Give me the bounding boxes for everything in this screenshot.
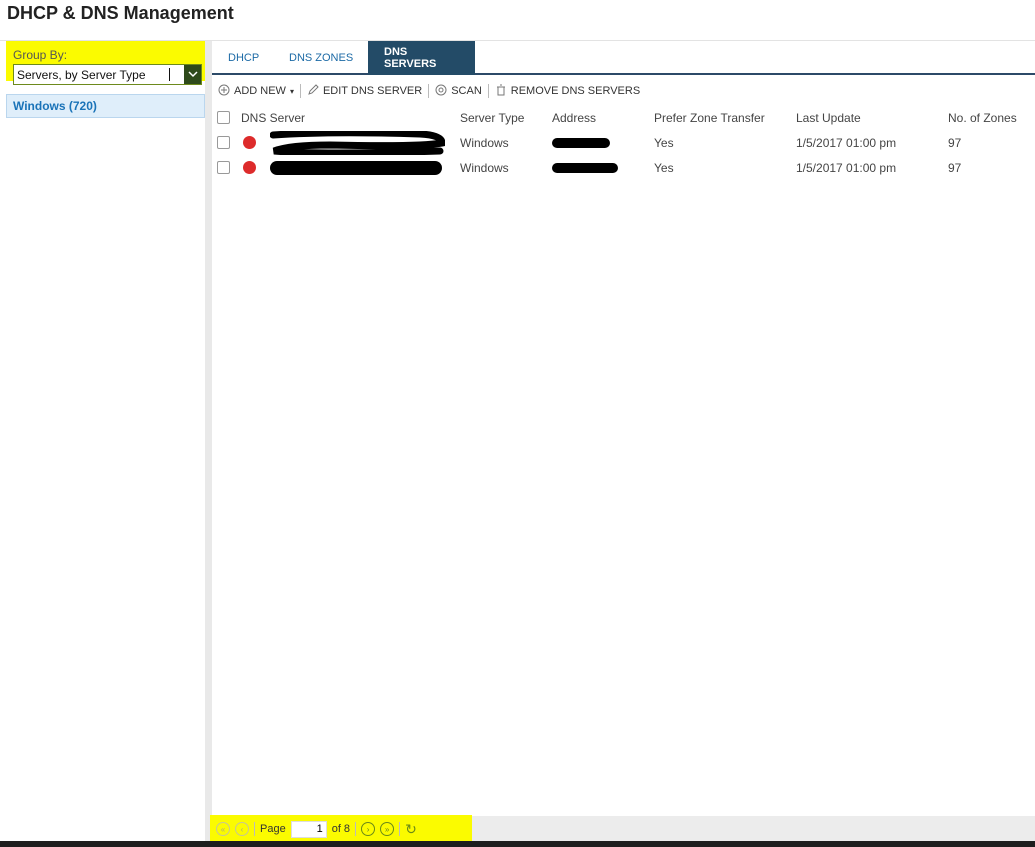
address-redacted bbox=[552, 130, 610, 155]
server-type-cell: Windows bbox=[460, 160, 509, 175]
prefer-zone-transfer-cell: Yes bbox=[654, 135, 674, 150]
last-update-cell: 1/5/2017 01:00 pm bbox=[796, 135, 897, 150]
add-new-label: ADD NEW bbox=[234, 85, 286, 97]
column-header-server-type[interactable]: Server Type bbox=[460, 105, 524, 130]
pencil-icon bbox=[307, 83, 319, 99]
remove-dns-servers-label: REMOVE DNS SERVERS bbox=[510, 85, 641, 97]
column-header-last-update[interactable]: Last Update bbox=[796, 105, 861, 130]
page-count-label: of 8 bbox=[331, 823, 351, 835]
dns-servers-grid: DNS Server Server Type Address Prefer Zo… bbox=[212, 105, 1035, 180]
address-redacted bbox=[552, 155, 618, 180]
status-down-icon bbox=[243, 136, 256, 149]
server-type-cell: Windows bbox=[460, 135, 509, 150]
edit-dns-server-button[interactable]: EDIT DNS SERVER bbox=[301, 83, 428, 99]
dns-server-name-redacted[interactable] bbox=[270, 130, 445, 155]
tab-dns-servers[interactable]: DNS SERVERS bbox=[368, 41, 475, 75]
column-header-prefer-zone-transfer[interactable]: Prefer Zone Transfer bbox=[654, 105, 765, 130]
edit-dns-server-label: EDIT DNS SERVER bbox=[322, 85, 423, 97]
zones-count-cell: 97 bbox=[948, 135, 962, 150]
grid-header: DNS Server Server Type Address Prefer Zo… bbox=[212, 105, 1035, 130]
trash-icon bbox=[495, 84, 507, 99]
refresh-icon[interactable]: ↻ bbox=[405, 821, 417, 838]
pager-controls: « ‹ Page of 8 › » ↻ bbox=[216, 820, 417, 838]
row-checkbox[interactable] bbox=[217, 136, 230, 149]
previous-page-icon[interactable]: ‹ bbox=[235, 822, 249, 836]
pager-separator bbox=[254, 822, 255, 836]
page-number-input[interactable] bbox=[290, 820, 327, 838]
group-tree-item-windows[interactable]: Windows (720) bbox=[6, 94, 205, 118]
pager-separator bbox=[399, 822, 401, 836]
table-row[interactable]: Windows Yes 1/5/2017 01:00 pm 97 bbox=[212, 130, 1035, 155]
dns-server-name-redacted[interactable] bbox=[270, 155, 442, 180]
page-title: DHCP & DNS Management bbox=[7, 3, 234, 23]
first-page-icon[interactable]: « bbox=[216, 822, 230, 836]
column-header-zones[interactable]: No. of Zones bbox=[948, 105, 1017, 130]
scan-icon bbox=[435, 84, 447, 99]
pager-bar: « ‹ Page of 8 › » ↻ bbox=[210, 815, 1035, 843]
redaction-mark bbox=[270, 130, 445, 155]
tab-bar: DHCP DNS ZONES DNS SERVERS bbox=[212, 41, 1035, 75]
remove-dns-servers-button[interactable]: REMOVE DNS SERVERS bbox=[489, 84, 646, 99]
last-page-icon[interactable]: » bbox=[380, 822, 395, 836]
tab-dns-zones[interactable]: DNS ZONES bbox=[273, 41, 369, 74]
bottom-edge-bar bbox=[0, 841, 1035, 847]
pager-separator bbox=[355, 822, 357, 836]
scan-button[interactable]: SCAN bbox=[429, 84, 488, 99]
zones-count-cell: 97 bbox=[948, 160, 962, 175]
prefer-zone-transfer-cell: Yes bbox=[654, 160, 674, 175]
group-by-section: Group By: Servers, by Server Type bbox=[6, 41, 212, 85]
add-new-button[interactable]: ADD NEW ▾ bbox=[212, 84, 300, 99]
plus-circle-icon bbox=[218, 84, 230, 99]
group-by-value: Servers, by Server Type bbox=[17, 67, 146, 82]
main-panel: DHCP DNS ZONES DNS SERVERS ADD NEW ▾ EDI… bbox=[210, 41, 1035, 843]
column-header-dns-server[interactable]: DNS Server bbox=[241, 105, 305, 130]
panel-splitter[interactable] bbox=[205, 41, 212, 841]
page-label: Page bbox=[260, 823, 286, 835]
column-header-address[interactable]: Address bbox=[552, 105, 596, 130]
group-by-label: Group By: bbox=[13, 48, 68, 62]
last-update-cell: 1/5/2017 01:00 pm bbox=[796, 160, 897, 175]
text-cursor bbox=[169, 68, 170, 81]
row-checkbox[interactable] bbox=[217, 161, 230, 174]
table-row[interactable]: Windows Yes 1/5/2017 01:00 pm 97 bbox=[212, 155, 1035, 180]
group-by-dropdown[interactable]: Servers, by Server Type bbox=[13, 64, 202, 85]
chevron-down-icon[interactable] bbox=[184, 65, 201, 84]
tab-dhcp[interactable]: DHCP bbox=[212, 41, 275, 74]
dropdown-arrow-icon: ▾ bbox=[289, 86, 294, 96]
select-all-checkbox[interactable] bbox=[217, 111, 230, 124]
toolbar: ADD NEW ▾ EDIT DNS SERVER SCAN REMOVE DN… bbox=[212, 79, 1035, 103]
next-page-icon[interactable]: › bbox=[361, 822, 376, 836]
status-down-icon bbox=[243, 161, 256, 174]
scan-label: SCAN bbox=[451, 85, 482, 97]
group-panel: Group By: Servers, by Server Type Window… bbox=[6, 41, 212, 841]
